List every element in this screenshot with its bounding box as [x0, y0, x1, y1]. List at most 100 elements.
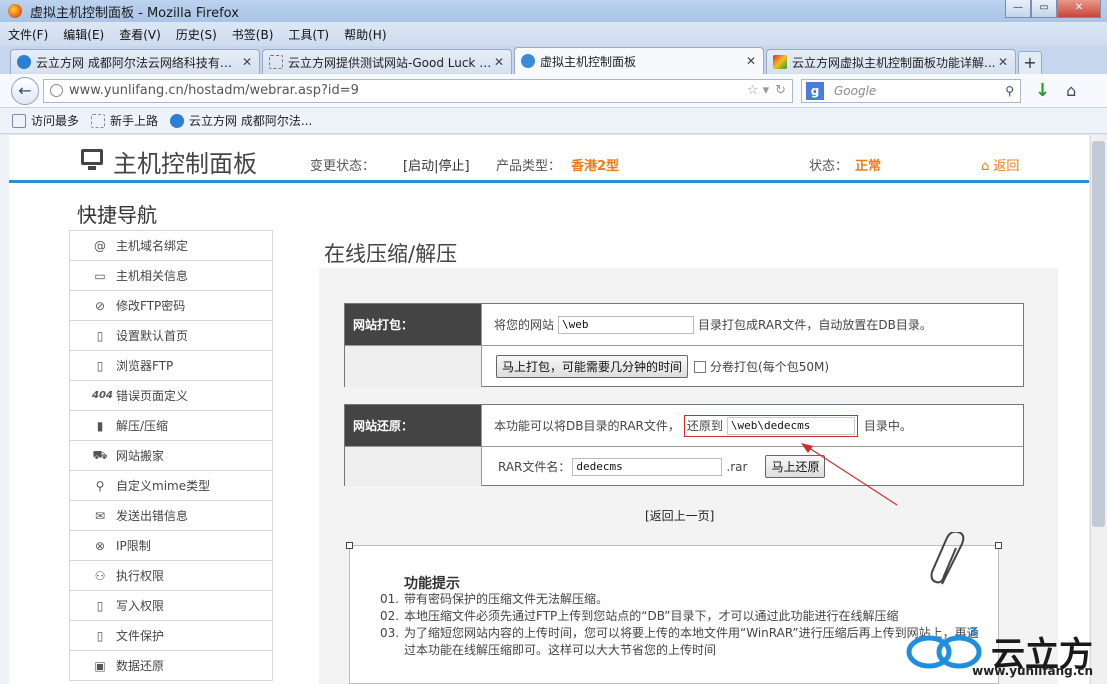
- nav-host-info[interactable]: ▭ 主机相关信息: [70, 261, 272, 291]
- nav-label: 发送出错信息: [116, 509, 189, 523]
- reload-icon[interactable]: ↻: [775, 83, 786, 98]
- nav-data-restore[interactable]: ▣ 数据还原: [70, 651, 272, 681]
- page-scrollbar[interactable]: [1090, 135, 1107, 684]
- search-bar[interactable]: g Google ⚲: [801, 78, 1021, 103]
- tab-control-panel[interactable]: 虚拟主机控制面板 ✕: [514, 47, 764, 74]
- tips-title: 功能提示: [404, 576, 460, 592]
- pack-path-row: 将您的网站 目录打包成RAR文件，自动放置在DB目录。: [481, 304, 1023, 345]
- nav-ip-limit[interactable]: ⊗ IP限制: [70, 531, 272, 561]
- pack-now-button[interactable]: 马上打包，可能需要几分钟的时间: [496, 355, 689, 378]
- pack-label-blank: [345, 345, 481, 387]
- tab-test-site[interactable]: 云立方网提供测试网站-Good Luck T... ✕: [262, 49, 512, 74]
- tab-label: 云立方网提供测试网站-Good Luck T...: [288, 55, 493, 70]
- truck-icon: ⛟: [92, 447, 108, 462]
- pack-action-row: 马上打包，可能需要几分钟的时间 分卷打包(每个包50M): [481, 345, 1023, 387]
- corner-handle: [346, 542, 353, 549]
- document-edit-icon: ▯: [96, 598, 104, 613]
- nav-domain-binding[interactable]: @ 主机域名绑定: [70, 231, 272, 261]
- tips-list: 01. 带有密码保护的压缩文件无法解压缩。 02. 本地压缩文件必须先通过FTP上传…: [380, 591, 979, 659]
- menu-bookmarks[interactable]: 书签(B): [232, 26, 274, 43]
- minimize-button[interactable]: —: [1005, 0, 1031, 18]
- nav-label: 浏览器FTP: [116, 359, 174, 373]
- menu-edit[interactable]: 编辑(E): [63, 26, 104, 43]
- menu-bar: 文件(F) 编辑(E) 查看(V) 历史(S) 书签(B) 工具(T) 帮助(H…: [0, 22, 1107, 46]
- bookmark-label: 云立方网 成都阿尔法...: [189, 114, 313, 128]
- user-key-icon: ⚇: [94, 568, 106, 583]
- close-window-button[interactable]: ✕: [1057, 0, 1101, 18]
- restore-path-row: 本功能可以将DB目录的RAR文件， 还原到 目录中。: [481, 405, 1023, 446]
- nav-mime-types[interactable]: ⚲ 自定义mime类型: [70, 471, 272, 501]
- close-tab-icon[interactable]: ✕: [493, 55, 505, 69]
- menu-view[interactable]: 查看(V): [119, 26, 161, 43]
- home-icon[interactable]: ⌂: [1066, 81, 1076, 100]
- nav-browser-ftp[interactable]: ▯ 浏览器FTP: [70, 351, 272, 381]
- rar-filename-label: RAR文件名：: [498, 460, 571, 474]
- folder-icon: [12, 113, 26, 128]
- nav-label: 数据还原: [116, 659, 165, 673]
- start-stop-link[interactable]: [启动|停止]: [403, 155, 470, 174]
- maximize-button[interactable]: ▭: [1031, 0, 1057, 18]
- tip-text: 带有密码保护的压缩文件无法解压缩。: [404, 592, 609, 606]
- new-tab-button[interactable]: +: [1018, 51, 1042, 74]
- tab-feature-guide[interactable]: 云立方网虚拟主机控制面板功能详解... ✕: [766, 49, 1016, 74]
- back-button[interactable]: ←: [11, 76, 39, 105]
- bookmark-star-icon[interactable]: ☆ ▾: [747, 83, 769, 98]
- bookmark-getting-started[interactable]: 新手上路: [91, 112, 158, 129]
- close-tab-icon[interactable]: ✕: [745, 54, 757, 68]
- product-type-value: 香港2型: [571, 159, 620, 174]
- download-icon[interactable]: ↓: [1035, 80, 1050, 101]
- bookmark-yunlifang[interactable]: 云立方网 成都阿尔法...: [170, 112, 312, 129]
- pack-label: 网站打包：: [345, 304, 481, 345]
- panel-title: 主机控制面板: [113, 150, 257, 178]
- nav-error-pages[interactable]: 404 错误页面定义: [70, 381, 272, 411]
- nav-error-mail[interactable]: ✉ 发送出错信息: [70, 501, 272, 531]
- tip-number: 03.: [380, 626, 400, 640]
- nav-site-move[interactable]: ⛟ 网站搬家: [70, 441, 272, 471]
- restore-now-button[interactable]: 马上还原: [765, 455, 826, 478]
- rar-extension: .rar: [726, 459, 748, 474]
- nav-exec-permission[interactable]: ⚇ 执行权限: [70, 561, 272, 591]
- nav-file-protect[interactable]: ▯ 文件保护: [70, 621, 272, 651]
- navigation-bar: ← www.yunlifang.cn/hostadm/webrar.asp?id…: [0, 74, 1107, 108]
- status-value: 正常: [855, 159, 882, 174]
- menu-history[interactable]: 历史(S): [176, 26, 217, 43]
- tab-label: 云立方网虚拟主机控制面板功能详解...: [792, 55, 996, 70]
- rar-filename-input[interactable]: [572, 457, 723, 476]
- scrollbar-thumb[interactable]: [1092, 141, 1105, 527]
- back-to-previous-link[interactable]: [返回上一页]: [645, 507, 714, 524]
- nav-label: 主机域名绑定: [116, 239, 189, 253]
- close-tab-icon[interactable]: ✕: [997, 55, 1009, 69]
- product-type-label: 产品类型：: [496, 159, 562, 174]
- firefox-icon: [8, 4, 22, 18]
- sitemap-icon: ⚲: [95, 478, 105, 493]
- monitor-icon: [81, 149, 103, 165]
- tab-yunlifang-home[interactable]: 云立方网 成都阿尔法云网络科技有限... ✕: [10, 49, 260, 74]
- search-icon[interactable]: ⚲: [1005, 84, 1014, 98]
- split-pack-checkbox[interactable]: [694, 360, 707, 373]
- bookmarks-bar: 访问最多 新手上路 云立方网 成都阿尔法...: [0, 108, 1107, 134]
- return-link[interactable]: ⌂ 返回: [981, 155, 1019, 174]
- nav-ftp-password[interactable]: ⊘ 修改FTP密码: [70, 291, 272, 321]
- menu-help[interactable]: 帮助(H): [344, 26, 386, 43]
- nav-write-permission[interactable]: ▯ 写入权限: [70, 591, 272, 621]
- cloud-icon: [521, 54, 535, 68]
- close-tab-icon[interactable]: ✕: [241, 55, 253, 69]
- url-bar[interactable]: www.yunlifang.cn/hostadm/webrar.asp?id=9…: [43, 78, 793, 103]
- at-icon: @: [94, 238, 106, 253]
- document-lock-icon: ▯: [96, 628, 104, 643]
- menu-tools[interactable]: 工具(T): [288, 26, 329, 43]
- restore-label: 网站还原：: [345, 405, 481, 446]
- pack-path-input[interactable]: [558, 315, 695, 334]
- bookmark-most-visited[interactable]: 访问最多: [12, 112, 79, 129]
- tip-item: 03. 为了缩短您网站内容的上传时间，您可以将要上传的本地文件用“WinRAR”进…: [380, 625, 979, 642]
- nav-default-page[interactable]: ▯ 设置默认首页: [70, 321, 272, 351]
- tab-bar: 云立方网 成都阿尔法云网络科技有限... ✕ 云立方网提供测试网站-Good L…: [0, 46, 1107, 74]
- restore-path-input[interactable]: [726, 416, 855, 435]
- menu-file[interactable]: 文件(F): [8, 26, 48, 43]
- google-icon[interactable]: g: [806, 81, 824, 100]
- tab-label: 云立方网 成都阿尔法云网络科技有限...: [36, 55, 241, 70]
- url-text: www.yunlifang.cn/hostadm/webrar.asp?id=9: [69, 83, 359, 98]
- 404-icon: 404: [92, 390, 113, 401]
- nav-compress[interactable]: ▮ 解压/压缩: [70, 411, 272, 441]
- nav-label: 错误页面定义: [116, 389, 189, 403]
